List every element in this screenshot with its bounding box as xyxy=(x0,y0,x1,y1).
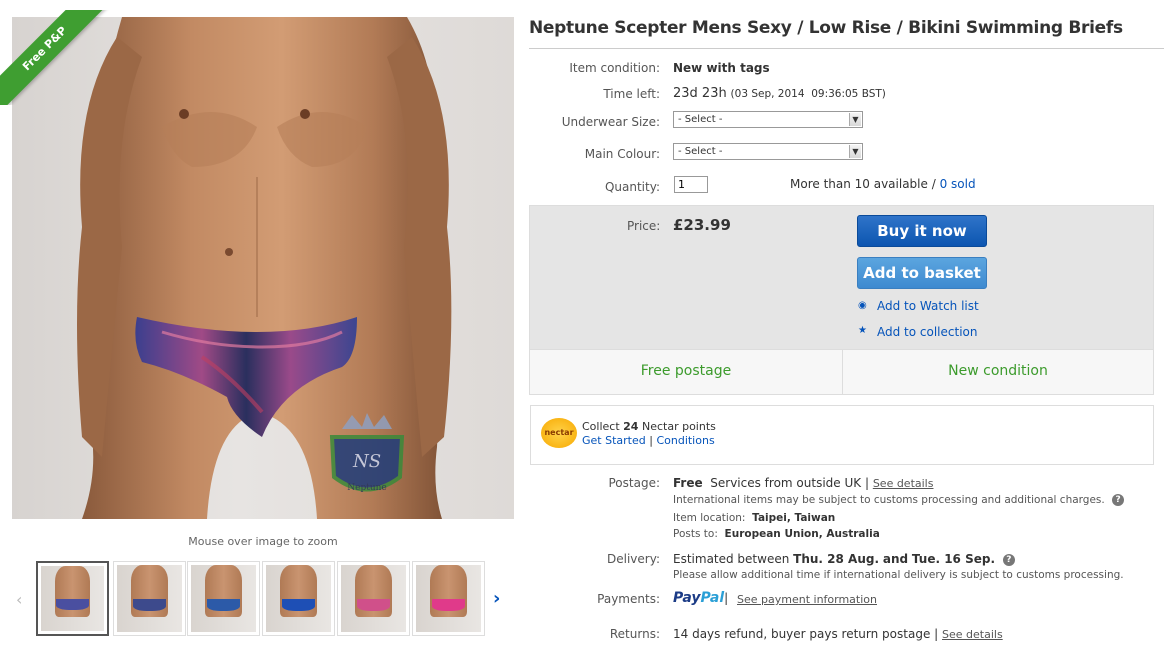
delivery-note: Please allow additional time if internat… xyxy=(673,569,1124,581)
quantity-input[interactable] xyxy=(674,176,708,193)
get-started-link[interactable]: Get Started xyxy=(582,434,646,447)
help-icon[interactable]: ? xyxy=(1112,494,1125,506)
international-note: International items may be subject to cu… xyxy=(673,494,1125,506)
postage-label: Postage: xyxy=(608,476,660,490)
nectar-points-text: Collect 24 Nectar points xyxy=(582,420,716,433)
eye-icon: ◉ xyxy=(858,300,867,311)
nectar-logo: nectar xyxy=(541,418,577,448)
svg-text:NS: NS xyxy=(352,451,381,472)
buy-it-now-button[interactable]: Buy it now xyxy=(857,215,987,247)
condition-value: New with tags xyxy=(673,61,770,75)
thumbnail-1[interactable] xyxy=(36,561,109,636)
returns-see-details-link[interactable]: See details xyxy=(942,628,1003,641)
thumbnail-4[interactable] xyxy=(262,561,335,636)
add-to-watch-list-link[interactable]: Add to Watch list xyxy=(877,299,979,313)
zoom-hint: Mouse over image to zoom xyxy=(188,535,338,548)
link-separator: | xyxy=(649,434,653,447)
chevron-left-icon[interactable]: ‹ xyxy=(16,590,22,609)
item-location: Item location: Taipei, Taiwan xyxy=(673,512,836,524)
thumbnail-3[interactable] xyxy=(187,561,260,636)
conditions-link[interactable]: Conditions xyxy=(656,434,714,447)
postage-value: Free Services from outside UK | See deta… xyxy=(673,476,934,490)
price-value: £23.99 xyxy=(673,216,731,234)
returns-value: 14 days refund, buyer pays return postag… xyxy=(673,627,1003,641)
sold-link[interactable]: 0 sold xyxy=(940,177,976,191)
colour-label: Main Colour: xyxy=(584,147,660,161)
thumbnail-6[interactable] xyxy=(412,561,485,636)
help-icon[interactable]: ? xyxy=(1002,553,1015,566)
ribbon-label: Free P&P xyxy=(0,10,108,105)
free-postage-badge: Free postage xyxy=(640,363,732,379)
svg-text:Neptune: Neptune xyxy=(347,483,387,493)
dropdown-arrow-icon: ▼ xyxy=(849,145,861,158)
star-icon: ★ xyxy=(858,325,867,336)
thumbnail-2[interactable] xyxy=(113,561,186,636)
quantity-label: Quantity: xyxy=(604,180,660,194)
free-pp-ribbon: Free P&P xyxy=(0,10,110,105)
chevron-right-icon[interactable]: › xyxy=(493,588,500,609)
nectar-links: Get Started | Conditions xyxy=(582,434,715,447)
postage-see-details-link[interactable]: See details xyxy=(873,477,934,490)
item-title: Neptune Scepter Mens Sexy / Low Rise / B… xyxy=(529,18,1123,38)
title-divider xyxy=(529,48,1164,49)
dropdown-arrow-icon: ▼ xyxy=(849,113,861,126)
delivery-estimate: Estimated between Thu. 28 Aug. and Tue. … xyxy=(673,552,1015,566)
delivery-label: Delivery: xyxy=(607,552,660,566)
time-left-value: 23d 23h (03 Sep, 2014 09:36:05 BST) xyxy=(673,86,886,101)
payments-label: Payments: xyxy=(597,592,660,606)
payment-info-link[interactable]: See payment information xyxy=(737,593,877,606)
size-label: Underwear Size: xyxy=(561,115,660,129)
price-label: Price: xyxy=(627,219,661,233)
new-condition-badge: New condition xyxy=(948,363,1048,379)
availability-text: More than 10 available / 0 sold xyxy=(790,177,976,191)
colour-select[interactable]: - Select - ▼ xyxy=(673,143,863,160)
size-select[interactable]: - Select - ▼ xyxy=(673,111,863,128)
time-left-label: Time left: xyxy=(603,87,660,101)
add-to-basket-button[interactable]: Add to basket xyxy=(857,257,987,289)
condition-label: Item condition: xyxy=(569,61,660,75)
returns-label: Returns: xyxy=(609,627,660,641)
paypal-logo: PayPal| xyxy=(673,590,729,606)
posts-to: Posts to: European Union, Australia xyxy=(673,528,880,540)
add-to-collection-link[interactable]: Add to collection xyxy=(877,325,977,339)
thumbnail-5[interactable] xyxy=(337,561,410,636)
